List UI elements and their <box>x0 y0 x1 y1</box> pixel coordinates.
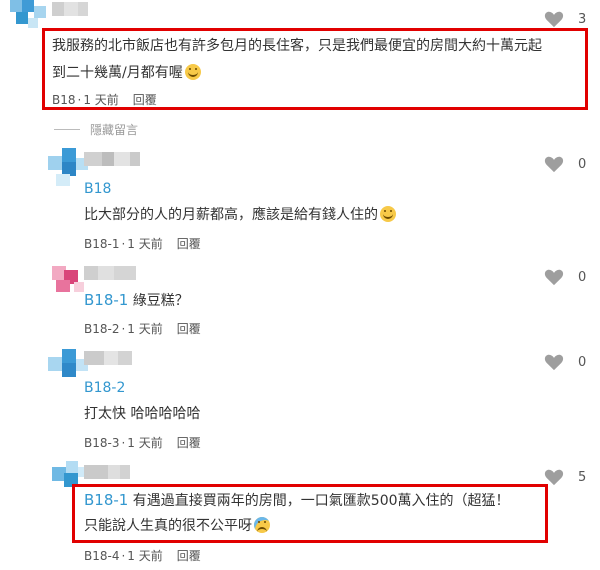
floor-label[interactable]: B18-2 <box>84 375 125 401</box>
floor-number: B18-4 <box>84 549 120 563</box>
username-blurred <box>84 465 130 479</box>
like-count: 3 <box>578 11 587 27</box>
grinning-sweat-icon <box>380 206 396 222</box>
reply-button[interactable]: 回覆 <box>133 93 157 107</box>
comment-text-line: 到二十幾萬/月都有喔 <box>52 60 201 86</box>
username-blurred <box>84 351 132 365</box>
grinning-sweat-icon <box>184 64 201 80</box>
comment-text-line: B18-1 有遇過直接買兩年的房間，一口氣匯款500萬入住的（超猛！ <box>84 491 510 509</box>
username-blurred <box>52 2 88 16</box>
like-count: 0 <box>578 156 587 172</box>
reply-button[interactable]: 回覆 <box>177 549 201 563</box>
reply-button[interactable]: 回覆 <box>177 322 201 336</box>
comment-text-line: 只能說人生真的很不公平呀 <box>84 513 270 539</box>
heart-icon[interactable] <box>544 10 564 28</box>
comment-text-line: 比大部分的人的月薪都高，應該是給有錢人住的 <box>84 202 396 228</box>
comment-text-line: 我服務的北市飯店也有許多包月的長住客，只是我們最便宜的房間大約十萬元起 <box>52 38 542 54</box>
username-blurred <box>84 266 136 280</box>
like-control[interactable]: 5 <box>544 468 586 486</box>
timestamp: 1 天前 <box>127 436 163 450</box>
floor-number: B18-1 <box>84 237 120 251</box>
reply-tag-link[interactable]: B18-1 <box>84 291 128 309</box>
comment-meta: B18 · 1 天前 回覆 <box>52 93 157 107</box>
divider <box>54 129 80 130</box>
like-control[interactable]: 3 <box>544 10 586 28</box>
like-count: 0 <box>578 269 587 285</box>
username-blurred <box>84 152 140 166</box>
like-control[interactable]: 0 <box>544 353 586 371</box>
floor-number: B18-3 <box>84 436 120 450</box>
comment-meta: B18-2 · 1 天前 回覆 <box>84 322 201 336</box>
floor-number: B18 <box>52 93 76 107</box>
heart-icon[interactable] <box>544 353 564 371</box>
like-control[interactable]: 0 <box>544 268 586 286</box>
comment-text-line: B18-1 綠豆糕？ <box>84 291 189 309</box>
heart-icon[interactable] <box>544 155 564 173</box>
like-count: 5 <box>578 469 587 485</box>
comment-meta: B18-3 · 1 天前 回覆 <box>84 436 201 450</box>
timestamp: 1 天前 <box>127 322 163 336</box>
floor-label[interactable]: B18 <box>84 176 111 202</box>
timestamp: 1 天前 <box>127 237 163 251</box>
hidden-comments-label: 隱藏留言 <box>90 123 139 137</box>
reply-button[interactable]: 回覆 <box>177 237 201 251</box>
like-count: 0 <box>578 354 587 370</box>
hidden-comments-toggle[interactable]: 隱藏留言 <box>54 121 138 138</box>
comment-meta: B18-4 · 1 天前 回覆 <box>84 549 201 563</box>
like-control[interactable]: 0 <box>544 155 586 173</box>
heart-icon[interactable] <box>544 268 564 286</box>
floor-number: B18-2 <box>84 322 120 336</box>
timestamp: 1 天前 <box>83 93 119 107</box>
timestamp: 1 天前 <box>127 549 163 563</box>
reply-button[interactable]: 回覆 <box>177 436 201 450</box>
reply-tag-link[interactable]: B18-1 <box>84 491 128 509</box>
comment-meta: B18-1 · 1 天前 回覆 <box>84 237 201 251</box>
avatar[interactable] <box>10 0 46 32</box>
crying-icon <box>254 517 270 533</box>
comment-text-line: 打太快 哈哈哈哈哈 <box>84 406 201 422</box>
